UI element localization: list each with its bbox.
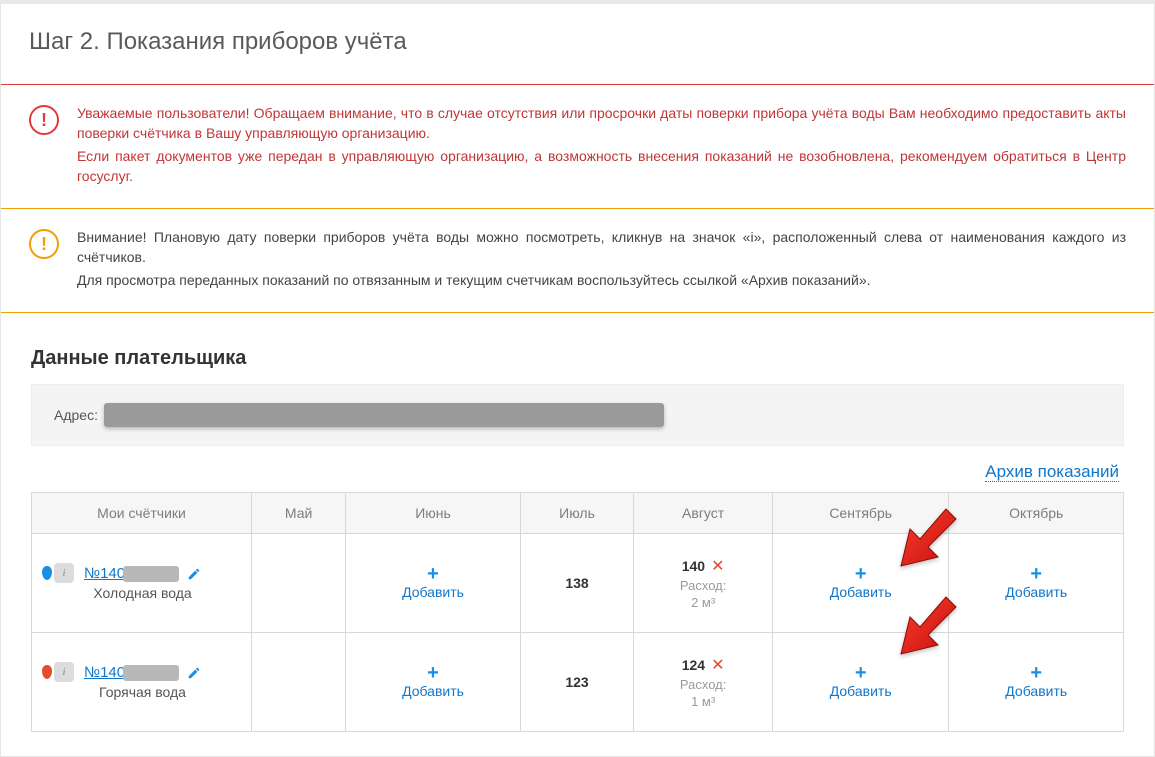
address-value-redacted — [104, 403, 664, 427]
col-meters: Мои счётчики — [32, 493, 252, 534]
meter-number-redacted — [123, 566, 179, 582]
col-august: Август — [634, 493, 773, 534]
alert-red-line2: Если пакет документов уже передан в упра… — [77, 146, 1126, 187]
page-title: Шаг 2. Показания приборов учёта — [1, 4, 1154, 84]
delete-reading-icon[interactable]: ✕ — [711, 556, 724, 576]
exclamation-icon: ! — [29, 229, 59, 259]
add-button[interactable]: + Добавить — [1005, 565, 1067, 601]
alert-orange: ! Внимание! Плановую дату поверки прибор… — [1, 208, 1154, 313]
col-july: Июль — [520, 493, 634, 534]
add-button[interactable]: + Добавить — [830, 664, 892, 700]
reading-sub: Расход: — [640, 578, 766, 593]
reading-sub2: 1 м³ — [640, 694, 766, 709]
add-button[interactable]: + Добавить — [402, 565, 464, 601]
table-row: i №140 Холодная вода — [32, 534, 1124, 633]
add-button[interactable]: + Добавить — [830, 565, 892, 601]
reading-value: 124 — [682, 657, 705, 673]
alert-orange-line2: Для просмотра переданных показаний по от… — [77, 270, 1126, 290]
drop-cold-icon — [42, 566, 52, 580]
meters-table: Мои счётчики Май Июнь Июль Август Сентяб… — [31, 492, 1124, 732]
address-label: Адрес: — [54, 407, 98, 423]
drop-hot-icon — [42, 665, 52, 679]
info-icon[interactable]: i — [54, 662, 74, 682]
col-june: Июнь — [346, 493, 521, 534]
col-may: Май — [252, 493, 346, 534]
exclamation-icon: ! — [29, 105, 59, 135]
pencil-icon[interactable] — [187, 666, 201, 680]
col-september: Сентябрь — [772, 493, 949, 534]
payer-data-header: Данные плательщика — [1, 313, 1154, 384]
add-button[interactable]: + Добавить — [402, 664, 464, 700]
reading-value: 138 — [565, 575, 588, 591]
pencil-icon[interactable] — [187, 567, 201, 581]
delete-reading-icon[interactable]: ✕ — [711, 655, 724, 675]
reading-value: 140 — [682, 558, 705, 574]
info-icon[interactable]: i — [54, 563, 74, 583]
archive-link[interactable]: Архив показаний — [985, 462, 1119, 482]
reading-sub2: 2 м³ — [640, 595, 766, 610]
add-button[interactable]: + Добавить — [1005, 664, 1067, 700]
alert-red-line1: Уважаемые пользователи! Обращаем внимани… — [77, 103, 1126, 144]
meter-type: Холодная вода — [84, 585, 201, 601]
reading-sub: Расход: — [640, 677, 766, 692]
table-row: i №140 Горячая вода — [32, 633, 1124, 732]
col-october: Октябрь — [949, 493, 1124, 534]
alert-orange-line1: Внимание! Плановую дату поверки приборов… — [77, 227, 1126, 268]
alert-red: ! Уважаемые пользователи! Обращаем внима… — [1, 84, 1154, 209]
meter-number-link[interactable]: №140 — [84, 664, 125, 681]
meter-number-link[interactable]: №140 — [84, 565, 125, 582]
meter-type: Горячая вода — [84, 684, 201, 700]
address-box: Адрес: — [31, 384, 1124, 446]
meter-number-redacted — [123, 665, 179, 681]
reading-value: 123 — [565, 674, 588, 690]
